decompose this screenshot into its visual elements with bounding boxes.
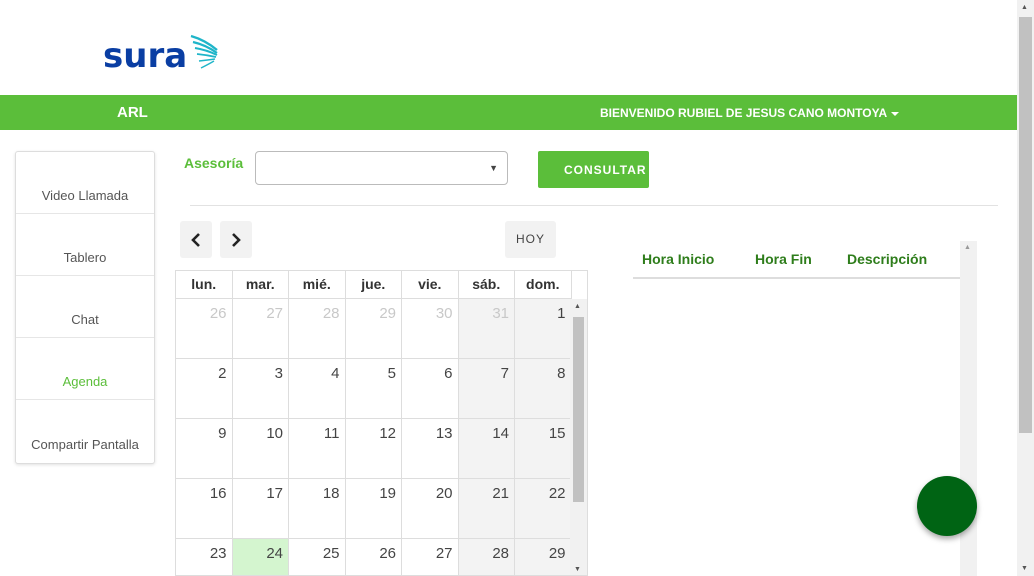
sidebar-item-label: Chat: [71, 312, 99, 327]
calendar-day-cell[interactable]: 22: [515, 479, 572, 538]
calendar-day-cell[interactable]: 26: [346, 539, 402, 575]
calendar-day-cell[interactable]: 31: [458, 299, 515, 358]
calendar-week-row: 23 24 25 26 27 28 29: [176, 539, 572, 575]
calendar-header: lun. mar. mié. jue. vie. sáb. dom.: [176, 271, 572, 299]
divider: [190, 205, 998, 206]
sidebar-item-label: Tablero: [63, 250, 107, 265]
calendar-week-row: 2345678: [176, 359, 572, 419]
calendar-day-cell[interactable]: 4: [289, 359, 346, 418]
sidebar-item-agenda[interactable]: Agenda: [16, 338, 154, 400]
table-header: Hora Inicio Hora Fin Descripción: [633, 241, 960, 279]
scroll-up-icon[interactable]: ▲: [964, 244, 971, 251]
sidebar-item-label: Video Llamada: [41, 188, 129, 203]
calendar-day-cell[interactable]: 20: [402, 479, 459, 538]
chevron-left-icon: [191, 232, 200, 247]
sidebar-item-chat[interactable]: Chat: [16, 276, 154, 338]
weekday-header: mar.: [233, 271, 289, 298]
calendar-body: 26 27 28 29 30 31 1 2 3 4 5 6 7 8 9 10 11 12 13 14 15 16 17 18 1…: [176, 299, 572, 575]
calendar-week-row: 16 17 18 19 20 21 22: [176, 479, 572, 539]
calendar-day-cell[interactable]: 2: [176, 359, 233, 418]
calendar-day-cell[interactable]: 18: [289, 479, 346, 538]
caret-down-icon: [891, 111, 900, 116]
calendar-day-cell[interactable]: 29: [346, 299, 402, 358]
calendar-day-cell[interactable]: 26: [176, 299, 233, 358]
today-button[interactable]: HOY: [505, 221, 556, 258]
calendar-day-cell[interactable]: 27: [233, 299, 289, 358]
side-menu: Video Llamada Tablero Chat Agenda Compar…: [15, 151, 155, 464]
calendar-day-cell[interactable]: 27: [402, 539, 459, 575]
calendar-day-cell[interactable]: 19: [346, 479, 402, 538]
consultar-button[interactable]: CONSULTAR C: [538, 151, 649, 188]
calendar-day-cell[interactable]: 7: [458, 359, 515, 418]
calendar-day-cell[interactable]: 9: [176, 419, 233, 478]
calendar-day-cell[interactable]: 24: [232, 539, 289, 575]
calendar-day-cell[interactable]: 17: [233, 479, 289, 538]
sidebar-item-tablero[interactable]: Tablero: [16, 214, 154, 276]
weekday-header: jue.: [346, 271, 402, 298]
calendar-day-cell[interactable]: 6: [402, 359, 459, 418]
calendar-day-cell[interactable]: 8: [515, 359, 572, 418]
user-menu-toggle[interactable]: BIENVENIDO RUBIEL DE JESUS CANO MONTOYA: [600, 106, 900, 120]
logo-text: sura: [103, 36, 188, 76]
calendar-day-cell[interactable]: 15: [515, 419, 572, 478]
calendar-day-cell[interactable]: 29: [515, 539, 572, 575]
calendar-day-cell[interactable]: 5: [346, 359, 402, 418]
column-header-hora-inicio[interactable]: Hora Inicio: [642, 251, 714, 267]
sidebar-item-video-llamada[interactable]: Video Llamada: [16, 152, 154, 214]
column-header-descripcion[interactable]: Descripción: [847, 251, 927, 267]
chevron-right-icon: [232, 232, 241, 247]
weekday-header: mié.: [289, 271, 346, 298]
brand-link[interactable]: ARL: [117, 104, 148, 121]
calendar-day-cell[interactable]: 13: [402, 419, 459, 478]
asesoria-label: Asesoría: [184, 155, 244, 171]
weekday-header: dom.: [515, 271, 572, 298]
column-header-hora-fin[interactable]: Hora Fin: [755, 251, 812, 267]
calendar-day-cell[interactable]: 3: [233, 359, 289, 418]
calendar-day-cell[interactable]: 25: [289, 539, 346, 575]
calendar-day-cell[interactable]: 21: [458, 479, 515, 538]
calendar-week-row: 26 27 28 29 30 31 1: [176, 299, 572, 359]
calendar-day-cell[interactable]: 1: [515, 299, 572, 358]
sura-logo: sura: [103, 34, 219, 78]
calendar-day-cell[interactable]: 28: [289, 299, 346, 358]
calendar-day-cell[interactable]: 14: [458, 419, 515, 478]
asesoria-select[interactable]: ▼: [255, 151, 508, 185]
sidebar-item-label: Agenda: [62, 374, 108, 389]
scroll-up-icon[interactable]: ▲: [574, 303, 581, 310]
calendar-day-cell[interactable]: 23: [176, 539, 233, 575]
calendar-week-row: 9 10 11 12 13 14 15: [176, 419, 572, 479]
weekday-header: vie.: [402, 271, 459, 298]
sidebar-item-compartir-pantalla[interactable]: Compartir Pantalla: [16, 400, 154, 462]
calendar-day-cell[interactable]: 12: [346, 419, 402, 478]
sidebar-item-label: Compartir Pantalla: [31, 437, 139, 452]
calendar-day-cell[interactable]: 16: [176, 479, 233, 538]
calendar-day-cell[interactable]: 28: [458, 539, 515, 575]
logo-wing-icon: [190, 34, 218, 69]
welcome-text: BIENVENIDO RUBIEL DE JESUS CANO MONTOYA: [600, 106, 888, 120]
weekday-header: lun.: [176, 271, 233, 298]
dropdown-arrow-icon: ▼: [489, 163, 498, 173]
floating-action-button[interactable]: [917, 476, 977, 536]
scroll-down-icon[interactable]: ▼: [574, 566, 581, 573]
weekday-header: sáb.: [459, 271, 515, 298]
calendar-day-cell[interactable]: 30: [402, 299, 459, 358]
calendar-scrollbar[interactable]: ▲ ▼: [570, 299, 587, 575]
calendar-grid: lun. mar. mié. jue. vie. sáb. dom. 26 27 2…: [175, 270, 588, 576]
calendar-day-cell[interactable]: 11: [289, 419, 346, 478]
top-navbar: ARL BIENVENIDO RUBIEL DE JESUS CANO MONT…: [0, 95, 1017, 130]
page-scrollbar[interactable]: ▲ ▼: [1017, 0, 1034, 576]
scroll-up-icon[interactable]: ▲: [1021, 4, 1028, 11]
next-month-button[interactable]: [220, 221, 252, 258]
prev-month-button[interactable]: [180, 221, 212, 258]
scroll-thumb[interactable]: [573, 317, 584, 502]
scroll-down-icon[interactable]: ▼: [1021, 565, 1028, 572]
calendar-day-cell[interactable]: 10: [233, 419, 289, 478]
scroll-thumb[interactable]: [1019, 17, 1032, 433]
